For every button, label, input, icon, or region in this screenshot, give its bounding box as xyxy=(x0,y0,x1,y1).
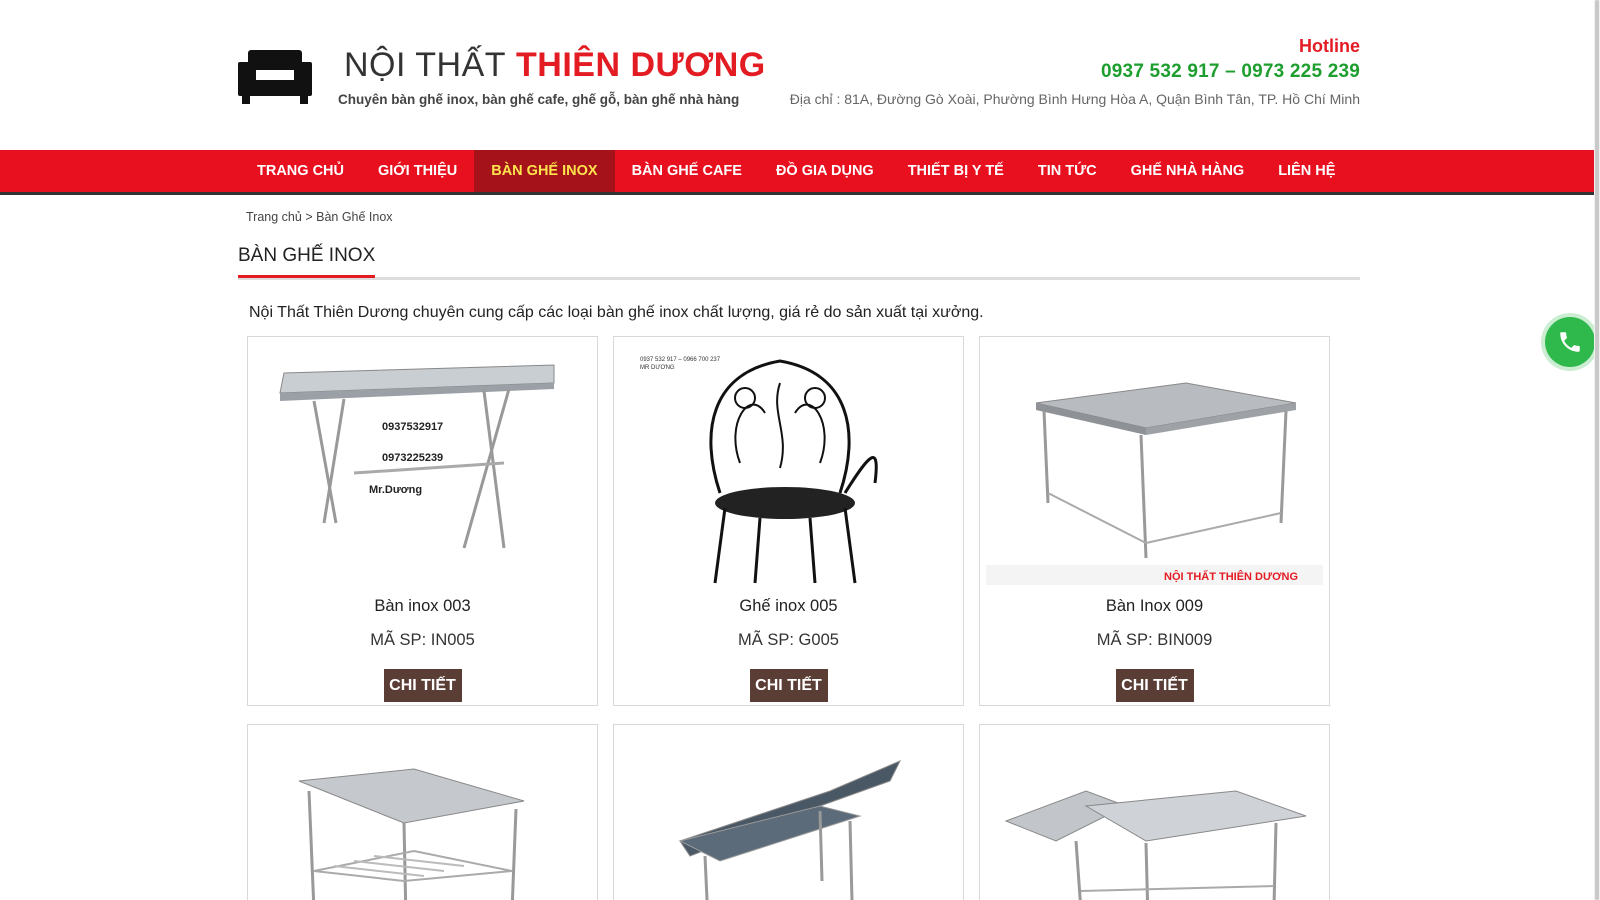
nav-item-lien-he[interactable]: LIÊN HỆ xyxy=(1261,150,1352,192)
overlay-text: 0973225239 xyxy=(382,452,443,464)
detail-button[interactable]: CHI TIẾT xyxy=(383,669,462,702)
hotline-label: Hotline xyxy=(1299,36,1360,56)
scrollbar[interactable] xyxy=(1594,0,1600,900)
product-name[interactable]: Bàn inox 003 xyxy=(248,597,597,616)
stretcher-bed-image[interactable] xyxy=(986,731,1323,900)
main-nav: TRANG CHỦ GIỚI THIỆU BÀN GHẾ INOX BÀN GH… xyxy=(0,150,1600,195)
product-card[interactable]: 0937 532 917 – 0966 700 237 MR DƯƠNG Ghế… xyxy=(613,336,964,706)
iron-chair-image[interactable]: 0937 532 917 – 0966 700 237 MR DƯƠNG xyxy=(620,343,957,585)
product-card[interactable] xyxy=(247,724,598,900)
breadcrumb: Trang chủ > Bàn Ghế Inox xyxy=(246,210,393,224)
product-name[interactable]: Bàn Inox 009 xyxy=(980,597,1329,616)
product-card[interactable] xyxy=(613,724,964,900)
product-card[interactable]: 0937532917 0973225239 Mr.Dương Bàn inox … xyxy=(247,336,598,706)
overlay-text: Mr.Dương xyxy=(369,484,422,496)
steel-table-image[interactable]: NỘI THẤT THIÊN DƯƠNG xyxy=(986,343,1323,585)
product-code: MÃ SP: IN005 xyxy=(370,631,475,649)
nav-item-gioi-thieu[interactable]: GIỚI THIỆU xyxy=(361,150,474,192)
contact-block: Hotline 0937 532 917 – 0973 225 239 Địa … xyxy=(790,36,1360,107)
product-card[interactable] xyxy=(979,724,1330,900)
nav-item-ban-ghe-inox[interactable]: BÀN GHẾ INOX xyxy=(474,150,615,192)
nav-item-trang-chu[interactable]: TRANG CHỦ xyxy=(240,150,361,192)
breadcrumb-separator: > xyxy=(305,210,313,224)
shelf-table-image[interactable] xyxy=(254,731,591,900)
call-button[interactable] xyxy=(1545,317,1595,367)
nav-items: TRANG CHỦ GIỚI THIỆU BÀN GHẾ INOX BÀN GH… xyxy=(240,150,1352,192)
product-code: MÃ SP: G005 xyxy=(738,631,839,649)
product-code: MÃ SP: BIN009 xyxy=(1096,631,1213,649)
hotline-numbers[interactable]: 0937 532 917 – 0973 225 239 xyxy=(790,61,1360,83)
product-name[interactable]: Ghế inox 005 xyxy=(614,597,963,616)
address: Địa chỉ : 81A, Đường Gò Xoài, Phường Bìn… xyxy=(789,91,1360,107)
sofa-icon xyxy=(238,50,312,104)
category-intro: Nội Thất Thiên Dương chuyên cung cấp các… xyxy=(249,304,984,321)
overlay-text: MR DƯƠNG xyxy=(640,365,675,371)
brand-name-bold: THIÊN DƯƠNG xyxy=(516,46,766,84)
detail-button[interactable]: CHI TIẾT xyxy=(1115,669,1194,702)
breadcrumb-current: Bàn Ghế Inox xyxy=(316,210,393,224)
folding-table-image[interactable]: 0937532917 0973225239 Mr.Dương xyxy=(254,343,591,585)
nav-item-ban-ghe-cafe[interactable]: BÀN GHẾ CAFE xyxy=(615,150,759,192)
overlay-text: NỘI THẤT THIÊN DƯƠNG xyxy=(1164,570,1298,583)
nav-item-do-gia-dung[interactable]: ĐỒ GIA DỤNG xyxy=(759,150,891,192)
breadcrumb-home[interactable]: Trang chủ xyxy=(246,210,302,224)
page-title: BÀN GHẾ INOX xyxy=(238,245,376,278)
brand-name-light: NỘI THẤT xyxy=(344,46,507,84)
brand-tagline: Chuyên bàn ghế inox, bàn ghế cafe, ghế g… xyxy=(338,92,740,107)
page-title-bar: BÀN GHẾ INOX xyxy=(238,244,1360,280)
site-header: NỘI THẤT THIÊN DƯƠNG Chuyên bàn ghế inox… xyxy=(0,0,1600,148)
phone-icon xyxy=(1560,332,1580,352)
brand-name: NỘI THẤT THIÊN DƯƠNG xyxy=(344,46,766,85)
nav-item-tin-tuc[interactable]: TIN TỨC xyxy=(1021,150,1114,192)
nav-item-ghe-nha-hang[interactable]: GHẾ NHÀ HÀNG xyxy=(1114,150,1262,192)
nav-item-thiet-bi-y-te[interactable]: THIẾT BỊ Y TẾ xyxy=(891,150,1021,192)
overlay-text: 0937 532 917 – 0966 700 237 xyxy=(640,357,721,363)
overlay-text: 0937532917 xyxy=(382,421,443,433)
exam-bed-image[interactable] xyxy=(620,731,957,900)
product-card[interactable]: NỘI THẤT THIÊN DƯƠNG Bàn Inox 009 MÃ SP:… xyxy=(979,336,1330,706)
detail-button[interactable]: CHI TIẾT xyxy=(749,669,828,702)
scrollbar-thumb[interactable] xyxy=(1595,0,1599,900)
logo[interactable]: NỘI THẤT THIÊN DƯƠNG Chuyên bàn ghế inox… xyxy=(238,40,765,120)
